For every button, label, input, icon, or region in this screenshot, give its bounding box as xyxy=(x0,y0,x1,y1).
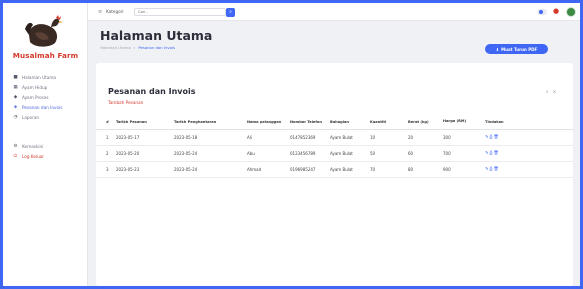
cell-phone: 0123456789 xyxy=(287,145,327,162)
cell-quantity: 10 xyxy=(367,129,405,146)
cell-delivery-date: 2023-05-18 xyxy=(171,129,244,146)
sidebar-item-label: Halaman Utama xyxy=(22,74,56,80)
search-input[interactable] xyxy=(134,8,226,16)
cell-weight: 60 xyxy=(405,145,440,162)
cell-price: 700 xyxy=(440,145,482,162)
sidebar-item-label: Laporan xyxy=(22,114,40,120)
chicken-icon: ◆ xyxy=(13,94,18,100)
category-dropdown[interactable]: Kategori xyxy=(106,9,124,14)
cell-order-date: 2023-05-23 xyxy=(113,161,171,178)
table-row: 2 2023-05-20 2023-05-24 Abu 0123456789 A… xyxy=(96,145,573,162)
cell-order-date: 2023-05-20 xyxy=(113,145,171,162)
sidebar-item-label: Kemaskini xyxy=(22,143,44,149)
cell-weight: 20 xyxy=(405,129,440,146)
download-icon: ⬇ xyxy=(495,46,500,52)
column-header-number: # xyxy=(96,115,113,130)
sidebar-item-pesanan-dan-invois[interactable]: ◈ Pesanan dan Invois xyxy=(3,102,88,112)
delete-icon[interactable]: 🗑 xyxy=(493,150,499,155)
table-row: 1 2023-05-17 2023-05-18 Ali 0147852369 A… xyxy=(96,129,573,146)
orders-card: Pesanan dan Invois ⌕× Tambah Pesanan # T… xyxy=(96,63,573,286)
sidebar-item-ayam-proses[interactable]: ◆ Ayam Proses xyxy=(3,92,88,102)
app-window: Musalmah Farm ■ Halaman Utama ▦ Ayam Hid… xyxy=(3,3,580,286)
card-tools: ⌕× xyxy=(546,89,560,95)
column-header-section: Bahagian xyxy=(327,115,367,130)
column-header-phone: Nombor Telefon xyxy=(287,115,327,130)
sidebar-item-kemaskini[interactable]: ⚙ Kemaskini xyxy=(3,141,88,151)
top-bar: ≡ Kategori ⌕ ● xyxy=(88,3,580,21)
cell-order-date: 2023-05-17 xyxy=(113,129,171,146)
cell-customer-name: Ali xyxy=(244,129,287,146)
sidebar: Musalmah Farm ■ Halaman Utama ▦ Ayam Hid… xyxy=(3,3,88,286)
home-icon: ■ xyxy=(13,74,18,80)
column-header-delivery-date: Tarikh Penghantaran xyxy=(171,115,244,130)
cell-quantity: 70 xyxy=(367,161,405,178)
column-header-price: Harga (RM) xyxy=(440,115,482,130)
grid-icon: ▦ xyxy=(13,84,18,90)
cell-weight: 80 xyxy=(405,161,440,178)
download-pdf-button[interactable]: ⬇ Muat Turun PDF xyxy=(485,44,548,54)
cart-icon: ◈ xyxy=(13,104,18,110)
close-icon[interactable]: × xyxy=(553,90,561,95)
cell-phone: 0196985247 xyxy=(287,161,327,178)
breadcrumb-home[interactable]: Halaman Utama xyxy=(100,45,131,50)
sidebar-nav: ■ Halaman Utama ▦ Ayam Hidup ◆ Ayam Pros… xyxy=(3,72,88,161)
sidebar-item-ayam-hidup[interactable]: ▦ Ayam Hidup xyxy=(3,82,88,92)
sidebar-item-label: Ayam Hidup xyxy=(22,84,48,90)
cell-delivery-date: 2023-05-24 xyxy=(171,145,244,162)
table-header-row: # Tarikh Pesanan Tarikh Penghantaran Nam… xyxy=(96,115,573,130)
search-button[interactable]: ⌕ xyxy=(226,7,235,17)
delete-icon[interactable]: 🗑 xyxy=(493,134,499,139)
logout-icon: ⏻ xyxy=(13,154,18,159)
page-title: Halaman Utama xyxy=(100,28,213,43)
breadcrumb-separator: › xyxy=(133,45,136,50)
cell-customer-name: Abu xyxy=(244,145,287,162)
cell-price: 300 xyxy=(440,129,482,146)
report-icon: ◔ xyxy=(13,114,18,120)
brand-name: Musalmah Farm xyxy=(12,51,79,60)
cell-actions: ✎⎙🗑 xyxy=(482,145,573,162)
cell-price: 900 xyxy=(440,161,482,178)
cell-section: Ayam Bulat xyxy=(327,145,367,162)
breadcrumb: Halaman Utama › Pesanan dan Invois xyxy=(100,45,175,50)
cell-phone: 0147852369 xyxy=(287,129,327,146)
cell-actions: ✎⎙🗑 xyxy=(482,129,573,146)
menu-icon[interactable]: ≡ xyxy=(98,9,102,15)
cell-number: 2 xyxy=(96,145,113,162)
cell-quantity: 50 xyxy=(367,145,405,162)
sidebar-item-log-keluar[interactable]: ⏻ Log Keluar xyxy=(3,151,88,161)
bell-icon[interactable]: ● xyxy=(553,7,559,15)
sidebar-item-label: Ayam Proses xyxy=(22,94,49,100)
column-header-weight: Berat (kg) xyxy=(405,115,440,130)
cell-delivery-date: 2023-05-24 xyxy=(171,161,244,178)
table-row: 3 2023-05-23 2023-05-24 Ahmad 0196985247… xyxy=(96,161,573,178)
avatar[interactable] xyxy=(566,7,576,17)
sidebar-item-label: Pesanan dan Invois xyxy=(22,104,63,110)
breadcrumb-current: Pesanan dan Invois xyxy=(138,45,175,50)
cell-actions: ✎⎙🗑 xyxy=(482,161,573,178)
cell-section: Ayam Bulat xyxy=(327,129,367,146)
column-header-quantity: Kuantiti xyxy=(367,115,405,130)
delete-icon[interactable]: 🗑 xyxy=(493,166,499,171)
cell-customer-name: Ahmad xyxy=(244,161,287,178)
sidebar-item-laporan[interactable]: ◔ Laporan xyxy=(3,112,88,122)
gear-icon: ⚙ xyxy=(13,143,18,149)
sidebar-item-label: Log Keluar xyxy=(22,153,45,159)
column-header-order-date: Tarikh Pesanan xyxy=(113,115,171,130)
card-title: Pesanan dan Invois xyxy=(108,87,196,96)
download-pdf-label: Muat Turun PDF xyxy=(501,46,538,52)
column-header-actions: Tindakan xyxy=(482,115,573,130)
cell-number: 3 xyxy=(96,161,113,178)
add-order-link[interactable]: Tambah Pesanan xyxy=(108,100,143,105)
cell-section: Ayam Bulat xyxy=(327,161,367,178)
column-header-customer-name: Nama pelanggan xyxy=(244,115,287,130)
search-icon: ⌕ xyxy=(229,9,232,15)
hen-logo xyxy=(25,15,63,47)
toggle-knob xyxy=(539,10,543,14)
cell-number: 1 xyxy=(96,129,113,146)
orders-table: # Tarikh Pesanan Tarikh Penghantaran Nam… xyxy=(96,115,573,178)
sidebar-item-halaman-utama[interactable]: ■ Halaman Utama xyxy=(3,72,88,82)
